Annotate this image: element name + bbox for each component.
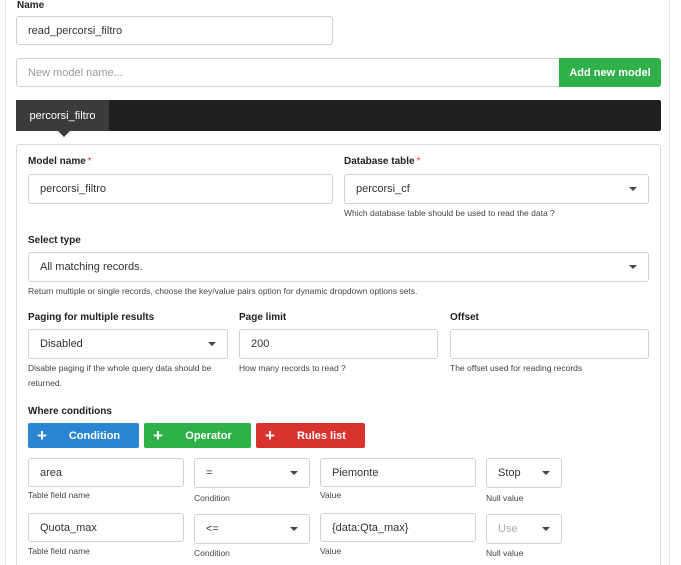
page-limit-input[interactable]: 200 <box>239 329 438 359</box>
model-name-label-text: Model name <box>28 156 86 167</box>
offset-label: Offset <box>450 312 479 323</box>
add-rules-list-button[interactable]: + Rules list <box>256 423 365 448</box>
model-name-input[interactable]: percorsi_filtro <box>28 174 333 204</box>
value-input[interactable]: {data:Qta_max} <box>320 513 476 542</box>
add-condition-label: Condition <box>68 429 121 442</box>
condition-select[interactable]: <= <box>194 514 310 544</box>
database-table-value: percorsi_cf <box>356 183 410 195</box>
outer-border-left <box>5 0 6 565</box>
plus-icon: + <box>153 426 163 445</box>
paging-select[interactable]: Disabled <box>28 329 228 359</box>
paging-help: Disable paging if the whole query data s… <box>28 363 212 388</box>
tab-percorsi-filtro[interactable]: percorsi_filtro <box>16 100 109 131</box>
select-type-value: All matching records. <box>40 261 143 273</box>
condition-sublabel: Condition <box>194 548 230 558</box>
add-operator-button[interactable]: + Operator <box>144 423 251 448</box>
add-rules-list-label: Rules list <box>297 429 346 442</box>
chevron-down-icon <box>290 527 298 531</box>
chevron-down-icon <box>208 342 216 346</box>
chevron-down-icon <box>629 187 637 191</box>
null-value-value: Stop <box>498 467 521 479</box>
null-value-select[interactable]: Use <box>486 514 562 544</box>
condition-sublabel: Condition <box>194 493 230 503</box>
chevron-down-icon <box>290 471 298 475</box>
add-new-model-button[interactable]: Add new model <box>559 58 661 87</box>
condition-value: = <box>206 467 213 479</box>
paging-value: Disabled <box>40 338 83 350</box>
add-operator-label: Operator <box>185 429 232 442</box>
active-tab-pointer <box>58 131 70 137</box>
value-input[interactable]: Piemonte <box>320 458 476 487</box>
select-type-select[interactable]: All matching records. <box>28 252 649 282</box>
table-field-sublabel: Table field name <box>28 490 90 500</box>
null-value-select[interactable]: Stop <box>486 458 562 488</box>
new-model-placeholder: New model name... <box>28 66 123 79</box>
chevron-down-icon <box>542 471 550 475</box>
name-input[interactable]: read_percorsi_filtro <box>16 16 333 45</box>
required-asterisk: * <box>87 156 92 167</box>
table-field-input[interactable]: Quota_max <box>28 513 184 542</box>
database-table-label-text: Database table <box>344 156 415 167</box>
database-table-label: Database table * <box>344 156 421 167</box>
plus-icon: + <box>265 426 275 445</box>
select-type-label: Select type <box>28 235 81 246</box>
condition-value: <= <box>206 523 219 535</box>
value-sublabel: Value <box>320 546 342 556</box>
page-limit-help: How many records to read ? <box>239 363 346 373</box>
outer-border-right <box>669 0 670 565</box>
paging-label: Paging for multiple results <box>28 312 155 323</box>
required-asterisk: * <box>416 156 421 167</box>
plus-icon: + <box>37 426 47 445</box>
chevron-down-icon <box>629 265 637 269</box>
select-type-help: Return multiple or single records, choos… <box>28 286 418 296</box>
null-value-sublabel: Null value <box>486 548 524 558</box>
name-label: Name <box>17 0 45 11</box>
value-sublabel: Value <box>320 490 342 500</box>
offset-input[interactable] <box>450 329 649 359</box>
database-table-help: Which database table should be used to r… <box>344 208 555 218</box>
model-name-label: Model name * <box>28 156 92 167</box>
page-limit-label: Page limit <box>239 312 287 323</box>
where-conditions-label: Where conditions <box>28 406 112 417</box>
null-value-value: Use <box>498 523 518 535</box>
table-field-sublabel: Table field name <box>28 546 90 556</box>
database-table-select[interactable]: percorsi_cf <box>344 174 649 204</box>
table-field-input[interactable]: area <box>28 458 184 487</box>
new-model-name-input[interactable]: New model name... <box>16 58 560 87</box>
null-value-sublabel: Null value <box>486 493 524 503</box>
offset-help: The offset used for reading records <box>450 363 583 373</box>
add-condition-button[interactable]: + Condition <box>28 423 139 448</box>
condition-select[interactable]: = <box>194 458 310 488</box>
chevron-down-icon <box>542 527 550 531</box>
model-tab-bar <box>16 100 661 131</box>
